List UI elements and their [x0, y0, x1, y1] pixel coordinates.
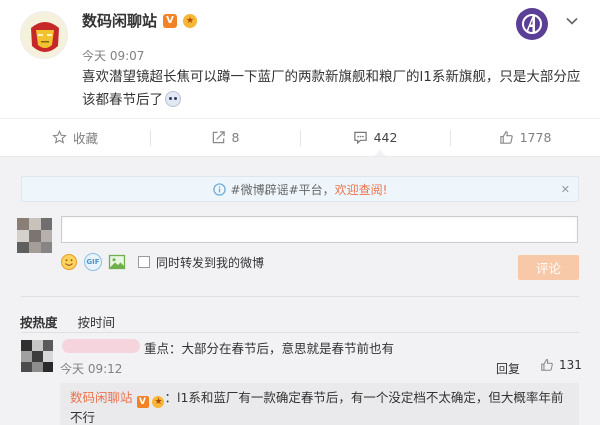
- author-avatar[interactable]: [20, 11, 68, 59]
- like-count: 1778: [519, 130, 552, 145]
- medal-icon: ★: [183, 13, 198, 28]
- favorite-label: 收藏: [72, 131, 98, 146]
- comment-panel: #微博辟谣#平台， 欢迎查阅! ✕ GIF 同时转发到我的微博 评论 按热度 按…: [0, 156, 600, 425]
- notice-text[interactable]: #微博辟谣#平台，: [231, 181, 335, 198]
- star-icon: [52, 130, 67, 144]
- comment-icon: [353, 131, 367, 145]
- image-picker-icon[interactable]: [108, 253, 126, 271]
- verified-icon: V: [136, 396, 149, 408]
- commenter-avatar[interactable]: [21, 340, 53, 372]
- repost-checkbox[interactable]: [138, 256, 150, 268]
- sort-by-hot[interactable]: 按热度: [20, 312, 58, 331]
- avengers-logo-icon: [516, 8, 548, 40]
- info-icon: [212, 182, 226, 196]
- close-icon[interactable]: ✕: [561, 183, 570, 196]
- divider: [21, 296, 579, 297]
- post-body: 喜欢潜望镜超长焦可以蹲一下蓝厂的两款新旗舰和粮厂的l1系新旗舰，只是大部分应该都…: [82, 69, 581, 108]
- verified-icon: V: [163, 13, 178, 28]
- thumbs-up-icon: [541, 359, 553, 371]
- author-reply: 数码闲聊站 V ★ ：l1系和蓝厂有一款确定春节后，有一个没定档不太确定，但大概率…: [60, 383, 579, 425]
- repost-count: 8: [231, 130, 240, 145]
- repost-icon: [212, 131, 225, 144]
- comment-sort: 按热度 按时间: [20, 312, 115, 331]
- emoji-icon: [165, 91, 181, 107]
- reply-button[interactable]: 回复: [496, 360, 520, 377]
- post-actions: 收藏 8 442 1778: [0, 118, 600, 156]
- commenter-name-blurred[interactable]: [62, 339, 140, 353]
- comment-count: 442: [373, 130, 398, 145]
- post-text: 喜欢潜望镜超长焦可以蹲一下蓝厂的两款新旗舰和粮厂的l1系新旗舰，只是大部分应该都…: [82, 66, 592, 112]
- comment-like-button[interactable]: 131: [540, 358, 582, 372]
- comment-input[interactable]: [61, 216, 578, 243]
- like-button[interactable]: 1778: [450, 119, 600, 156]
- comment-like-count: 131: [559, 358, 582, 372]
- author-row: 数码闲聊站 V ★: [82, 10, 198, 31]
- chevron-down-icon[interactable]: [565, 14, 579, 28]
- sort-by-time[interactable]: 按时间: [78, 312, 116, 331]
- medal-icon: ★: [152, 396, 165, 408]
- divider: [21, 332, 579, 333]
- submit-comment-button[interactable]: 评论: [518, 255, 579, 280]
- weibo-post: 数码闲聊站 V ★ 今天 09:07 喜欢潜望镜超长焦可以蹲一下蓝厂的两款新旗舰…: [0, 0, 600, 118]
- notice-link[interactable]: 欢迎查阅!: [335, 181, 388, 198]
- favorite-button[interactable]: 收藏: [0, 119, 150, 156]
- author-name[interactable]: 数码闲聊站: [82, 10, 157, 31]
- comment-time: 今天 09:12: [60, 362, 123, 376]
- thumbs-up-icon: [499, 131, 513, 144]
- repost-checkbox-label[interactable]: 同时转发到我的微博: [156, 254, 264, 271]
- post-time[interactable]: 今天 09:07: [82, 47, 144, 64]
- gif-picker-icon[interactable]: GIF: [84, 253, 102, 271]
- reply-author-name[interactable]: 数码闲聊站: [70, 390, 133, 405]
- comment-tools: GIF 同时转发到我的微博: [60, 253, 264, 271]
- comment-text: 重点：大部分在春节后，意思就是春节前也有: [144, 341, 395, 356]
- emoji-picker-icon[interactable]: [60, 253, 78, 271]
- repost-button[interactable]: 8: [150, 119, 300, 156]
- rumor-notice: #微博辟谣#平台， 欢迎查阅! ✕: [21, 176, 579, 202]
- my-avatar[interactable]: [17, 218, 52, 253]
